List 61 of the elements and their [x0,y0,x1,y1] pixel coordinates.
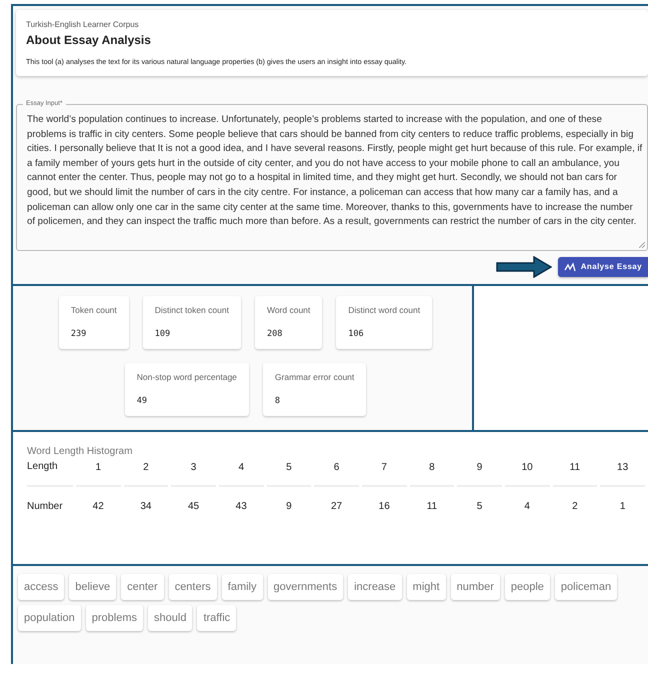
table-cell-text: 11 [426,500,438,514]
keyword-chip[interactable]: traffic [197,604,236,631]
table-cell: 13 [600,456,645,487]
stat-value: 106 [348,328,365,339]
table-cell-text: 4 [523,500,531,514]
keyword-chip[interactable]: family [222,574,262,600]
table-cell-text: 2 [571,500,579,514]
keyword-chip[interactable]: might [406,574,446,600]
table-cell-text: 34 [139,500,152,514]
table-cell: 1 [76,456,121,487]
keyword-chip[interactable]: believe [69,574,116,600]
stat-label: Word count [266,304,310,315]
table-cell: 8 [410,456,454,487]
table-cell: 3 [171,456,216,487]
keyword-chip[interactable]: governments [268,574,344,600]
table-cell-text: 9 [285,500,293,514]
keyword-chip[interactable]: policeman [554,574,618,600]
stat-label: Grammar error count [274,372,354,382]
keyword-chip[interactable]: number [450,574,500,600]
table-cell: 4 [218,456,264,487]
stat-value: 208 [266,328,284,339]
table-cell-text: 5 [476,500,484,514]
corpus-subtitle: Turkish-English Learner Corpus [26,20,140,29]
arrow-icon [496,256,552,278]
table-cell: 10 [504,456,550,487]
keyword-chip[interactable]: centers [168,574,217,600]
histogram-title: Word Length Histogram [27,446,134,457]
table-cell: 7 [362,456,407,487]
row-header: Length [27,456,73,487]
table-cell-text: 43 [234,500,248,514]
stat-label: Token count [70,304,117,315]
analyse-essay-button[interactable]: Analyse Essay [558,256,648,277]
table-cell-text: 42 [92,500,105,514]
table-cell: 9 [457,456,502,487]
table-cell-text: 45 [187,500,200,514]
keyword-chip[interactable]: should [148,604,192,631]
stat-value: 49 [136,396,148,406]
table-cell: 6 [314,456,359,487]
stat-label: Non-stop word percentage [136,372,237,382]
table-cell-text: 27 [330,500,344,514]
table-cell: 11 [552,456,598,487]
keyword-chip[interactable]: access [18,574,64,600]
stat-label: Distinct token count [154,304,229,315]
stat-value: 109 [154,328,172,339]
keyword-chip[interactable]: population [18,604,81,631]
table-cell: 2 [124,456,168,487]
table-cell: 5 [266,456,312,487]
table-cell-text: 1 [618,500,626,514]
table-cell-text: 16 [378,500,391,514]
chart-icon [564,262,576,272]
resize-grip-icon [639,242,645,248]
stat-label: Distinct word count [348,304,420,315]
essay-text: The world’s population continues to increase. Unfortunately, people’s problems started to increase with the population, and one of these problems is traffic in city centers. Some people believe that cars should be banned from city centers to reduce traffic problems, especially in big cities. I personally believe that It is not a good idea, and I have several reasons. Firstly, people might get hurt because of this rule. For example, if a family member of yours gets hurt in the outside of city center, and you do not have access to your mobile phone to call an ambulance, you cannot enter the center. Thus, people may not go to a hospital in limited time, and they might get hurt. Secondly, we should not ban cars for good, but we should limit the number of cars in the city centre. For instance, a policeman can access that how many car a family has, and a policeman can allow only one car in the same city center at the same time. Moreover, thanks to this, governments have to increase the number of policemen, and they can inspect the traffic much more than before. As a result, governments can restrict the number of cars in the city center. [27,113,643,230]
keyword-chip[interactable]: increase [348,574,402,600]
stat-value: 239 [70,328,88,339]
row-header: Number [27,500,64,514]
keyword-chip[interactable]: problems [86,604,144,631]
keyword-chip[interactable]: people [504,574,550,600]
keyword-chip[interactable]: center [121,574,164,600]
page-title: About Essay Analysis [26,33,152,47]
stat-value: 8 [274,396,282,406]
